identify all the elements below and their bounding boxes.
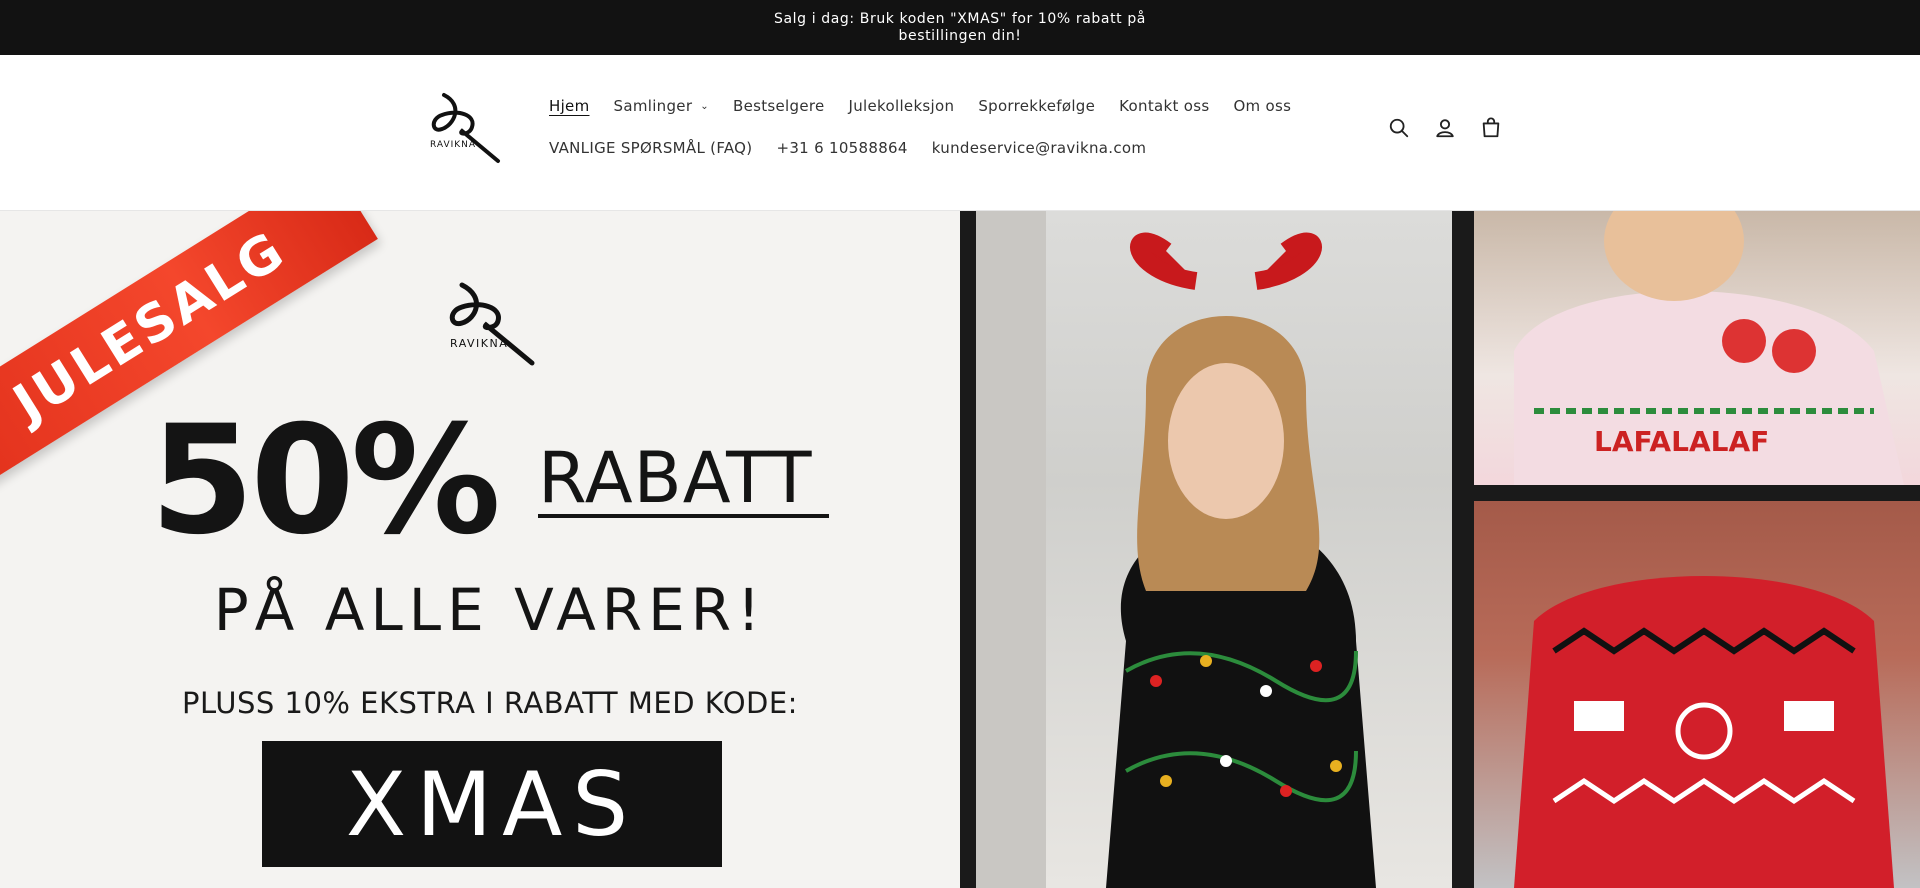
nav-row-secondary: VANLIGE SPØRSMÅL (FAQ) +31 6 10588864 kund… xyxy=(549,133,1429,163)
svg-text:LAFALALAF: LAFALALAF xyxy=(1594,425,1769,458)
announcement-bar: Salg i dag: Bruk koden "XMAS" for 10% ra… xyxy=(0,0,1920,55)
nav-link-label: VANLIGE SPØRSMÅL (FAQ) xyxy=(549,139,753,157)
cart-icon[interactable] xyxy=(1480,117,1502,139)
site-logo[interactable]: RAVIKNA xyxy=(424,85,508,169)
nav-link-label: Hjem xyxy=(549,97,590,115)
promo-logo-label: RAVIKNA xyxy=(450,337,508,350)
nav-link-samlinger[interactable]: Samlinger ⌄ xyxy=(614,97,709,115)
main-nav: Hjem Samlinger ⌄ Bestselgere Julekolleksjon S… xyxy=(549,91,1429,175)
model-photo-pink-sweater: LAFALALAF xyxy=(1474,211,1920,485)
promo-logo: RAVIKNA xyxy=(449,282,535,366)
nav-link-label: Bestselgere xyxy=(732,97,825,115)
nav-link-vanlige-sp-rsm-l-faq[interactable]: VANLIGE SPØRSMÅL (FAQ) xyxy=(549,139,752,157)
nav-link-31-6-10588864[interactable]: +31 6 10588864 xyxy=(776,139,907,157)
nav-link-label: Sporrekkefølge xyxy=(978,97,1096,115)
header-icons xyxy=(1388,117,1502,139)
nav-link-label: Om oss xyxy=(1233,97,1292,115)
coupon-code-box: XMAS xyxy=(262,741,722,867)
discount-underline xyxy=(538,514,829,518)
nav-link-label: kundeservice@ravikna.com xyxy=(931,139,1147,157)
extra-discount-text: PLUSS 10% EKSTRA I RABATT MED KODE: xyxy=(182,686,798,720)
nav-link-label: Samlinger xyxy=(613,97,693,115)
nav-row-primary: Hjem Samlinger ⌄ Bestselgere Julekolleksjon S… xyxy=(549,91,1429,121)
nav-link-label: Julekolleksjon xyxy=(848,97,955,115)
discount-word: RABATT xyxy=(538,437,813,519)
model-photo-red-sweater xyxy=(1474,501,1920,888)
coupon-code: XMAS xyxy=(345,752,639,856)
nav-link-om-oss[interactable]: Om oss xyxy=(1233,97,1291,115)
nav-link-label: Kontakt oss xyxy=(1119,97,1210,115)
logo-label: RAVIKNA xyxy=(430,140,476,150)
hero-banner[interactable]: JULESALG RAVIKNA 50% RABATT PÅ ALLE VARE… xyxy=(0,211,1920,888)
site-header: RAVIKNA Hjem Samlinger ⌄ Bestselgere Julekol… xyxy=(0,55,1920,211)
search-icon[interactable] xyxy=(1388,117,1410,139)
discount-percent: 50% xyxy=(150,394,501,568)
all-items-text: PÅ ALLE VARER! xyxy=(213,576,767,644)
nav-link-sporrekkef-lge[interactable]: Sporrekkefølge xyxy=(978,97,1095,115)
nav-link-bestselgere[interactable]: Bestselgere xyxy=(733,97,825,115)
nav-link-julekolleksjon[interactable]: Julekolleksjon xyxy=(849,97,955,115)
chevron-down-icon: ⌄ xyxy=(700,100,709,112)
nav-link-kontakt-oss[interactable]: Kontakt oss xyxy=(1119,97,1209,115)
promo-panel: JULESALG RAVIKNA 50% RABATT PÅ ALLE VARE… xyxy=(0,211,960,888)
account-icon[interactable] xyxy=(1434,117,1456,139)
photo-collage: LAFALALAF xyxy=(960,211,1920,888)
nav-link-kundeservice-ravikna-com[interactable]: kundeservice@ravikna.com xyxy=(932,139,1147,157)
nav-link-label: +31 6 10588864 xyxy=(776,139,908,157)
model-photo-black-sweater xyxy=(976,211,1452,888)
nav-link-hjem[interactable]: Hjem xyxy=(549,97,590,115)
announcement-text: Salg i dag: Bruk koden "XMAS" for 10% ra… xyxy=(774,10,1146,44)
